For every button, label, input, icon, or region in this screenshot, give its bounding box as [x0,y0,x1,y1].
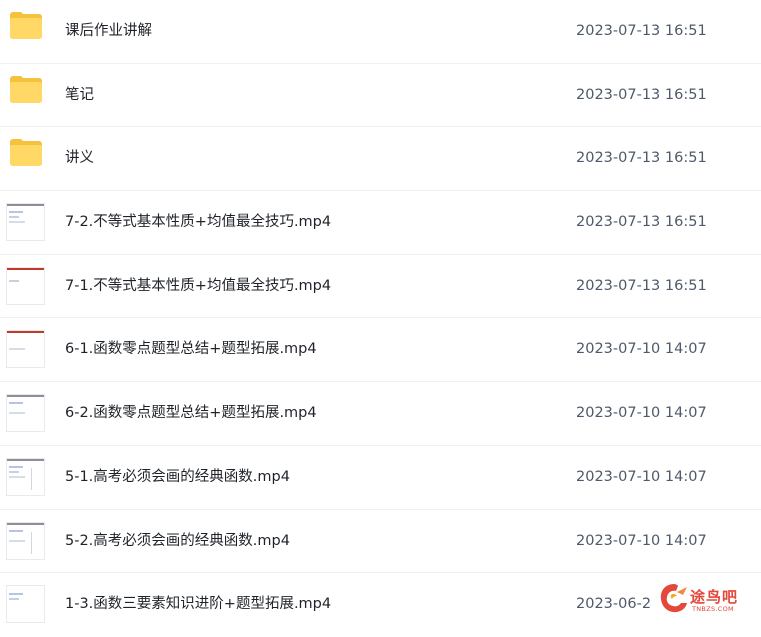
video-thumbnail [6,266,45,305]
list-item[interactable]: 6-1.函数零点题型总结+题型拓展.mp4 2023-07-10 14:07 [0,318,761,383]
file-modified-date: 2023-06-2 [576,596,652,613]
watermark-logo: 途鸟吧 TNBZS.COM [655,578,761,619]
watermark-subtext: TNBZS.COM [692,605,734,613]
file-modified-date: 2023-07-13 16:51 [576,86,707,103]
file-name[interactable]: 讲义 [65,127,94,190]
file-modified-date: 2023-07-13 16:51 [576,23,707,39]
list-item[interactable]: 7-2.不等式基本性质+均值最全技巧.mp4 2023-07-13 16:51 [0,191,761,255]
file-name[interactable]: 5-1.高考必须会画的经典函数.mp4 [65,446,290,509]
file-name[interactable]: 7-2.不等式基本性质+均值最全技巧.mp4 [65,191,331,254]
file-modified-date: 2023-07-10 14:07 [576,468,707,485]
list-item[interactable]: 7-1.不等式基本性质+均值最全技巧.mp4 2023-07-13 16:51 [0,255,761,319]
bird-logo-icon [660,584,687,613]
folder-icon [10,139,42,167]
list-item[interactable]: 讲义 2023-07-13 16:51 [0,127,761,192]
video-thumbnail [6,585,45,624]
video-thumbnail [6,394,45,433]
list-item[interactable]: 5-2.高考必须会画的经典函数.mp4 2023-07-10 14:07 [0,510,761,574]
list-item[interactable]: 课后作业讲解 2023-07-13 16:51 [0,0,761,64]
file-name[interactable]: 1-3.函数三要素知识进阶+题型拓展.mp4 [65,573,331,636]
file-list: 课后作业讲解 2023-07-13 16:51 笔记 2023-07-13 16… [0,0,761,637]
file-modified-date: 2023-07-10 14:07 [576,341,707,358]
video-thumbnail [6,521,45,560]
file-name[interactable]: 笔记 [65,64,94,127]
file-modified-date: 2023-07-10 14:07 [576,405,707,422]
file-modified-date: 2023-07-10 14:07 [576,532,707,549]
folder-icon [10,12,42,40]
watermark-text: 途鸟吧 [690,588,739,606]
file-modified-date: 2023-07-13 16:51 [576,214,707,231]
list-item[interactable]: 5-1.高考必须会画的经典函数.mp4 2023-07-10 14:07 [0,446,761,510]
list-item[interactable]: 6-2.函数零点题型总结+题型拓展.mp4 2023-07-10 14:07 [0,382,761,446]
file-name[interactable]: 5-2.高考必须会画的经典函数.mp4 [65,510,290,573]
file-name[interactable]: 6-2.函数零点题型总结+题型拓展.mp4 [65,382,317,445]
video-thumbnail [6,203,45,242]
file-name[interactable]: 6-1.函数零点题型总结+题型拓展.mp4 [65,318,317,381]
file-name[interactable]: 7-1.不等式基本性质+均值最全技巧.mp4 [65,255,331,318]
file-modified-date: 2023-07-13 16:51 [576,277,707,294]
list-item[interactable]: 1-3.函数三要素知识进阶+题型拓展.mp4 2023-06-2 [0,573,761,637]
file-name[interactable]: 课后作业讲解 [65,0,152,63]
folder-icon [10,75,42,104]
list-item[interactable]: 笔记 2023-07-13 16:51 [0,64,761,128]
file-modified-date: 2023-07-13 16:51 [576,150,707,167]
video-thumbnail [6,457,45,496]
video-thumbnail [6,330,45,369]
